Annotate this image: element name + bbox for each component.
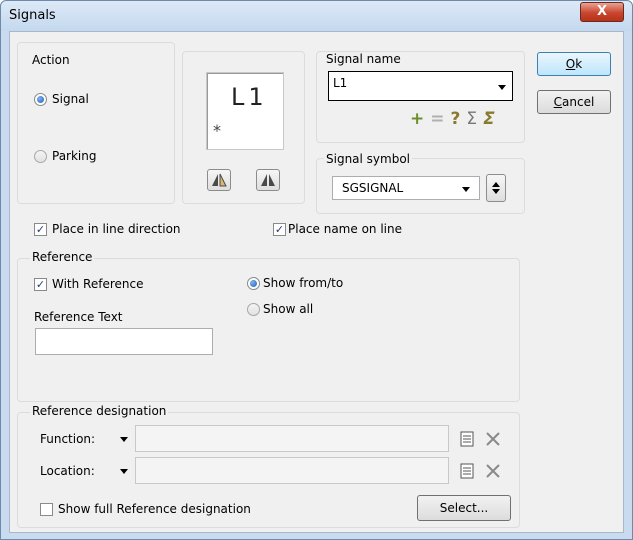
clear-icon[interactable]: [485, 463, 501, 479]
signal-name-value: L1: [333, 76, 348, 90]
cancel-button-mnemonic: C: [553, 95, 563, 109]
sigma-icon[interactable]: Σ: [466, 109, 477, 129]
title-bar: Signals X: [1, 1, 632, 31]
symbol-preview: L1 *: [206, 72, 284, 150]
place-in-line-direction-label: Place in line direction: [52, 222, 181, 236]
sigma-check-icon[interactable]: Σ: [483, 109, 495, 129]
location-input[interactable]: [135, 457, 449, 484]
signal-symbol-value: SGSIGNAL: [342, 181, 404, 195]
signal-name-label: Signal name: [324, 52, 403, 66]
cancel-button[interactable]: Cancel: [537, 90, 611, 114]
clear-icon[interactable]: [485, 431, 501, 447]
radio-show-all-label: Show all: [263, 302, 314, 316]
radio-signal-indicator: [34, 92, 47, 106]
chevron-down-icon: [462, 187, 470, 192]
remove-icon[interactable]: =: [430, 109, 444, 129]
with-reference-label: With Reference: [52, 277, 144, 291]
document-icon[interactable]: [460, 431, 474, 447]
document-icon[interactable]: [460, 463, 474, 479]
preview-text: L1: [231, 83, 268, 111]
radio-show-all-indicator: [247, 302, 260, 316]
radio-show-from-to[interactable]: Show from/to: [247, 276, 343, 290]
chevron-down-icon: [498, 85, 506, 90]
radio-parking-indicator: [34, 149, 47, 163]
signal-symbol-combo[interactable]: SGSIGNAL: [332, 176, 480, 200]
location-dropdown-icon[interactable]: [120, 469, 128, 474]
preview-marker-icon: *: [213, 121, 221, 140]
mirror-vertical-icon: [261, 174, 275, 186]
check-icon: ✓: [34, 277, 47, 291]
signal-name-tools: + = ? Σ Σ: [410, 109, 495, 129]
radio-signal-label: Signal: [52, 92, 89, 106]
ok-button-label: k: [575, 57, 583, 71]
reference-group-label: Reference: [30, 250, 95, 264]
radio-signal[interactable]: Signal: [34, 92, 89, 106]
radio-parking-label: Parking: [52, 149, 97, 163]
select-button[interactable]: Select...: [417, 495, 511, 521]
show-full-designation-label: Show full Reference designation: [58, 502, 251, 516]
with-reference-checkbox[interactable]: ✓ With Reference: [34, 277, 144, 291]
place-in-line-direction-checkbox[interactable]: ✓ Place in line direction: [34, 222, 181, 236]
mirror-vertical-button[interactable]: [256, 169, 280, 191]
signal-name-combo[interactable]: L1: [328, 71, 513, 101]
reference-text-label: Reference Text: [34, 310, 123, 324]
dialog-body: Action Signal Parking L1 * Signal name L…: [9, 31, 624, 533]
signals-dialog: Signals X Action Signal Parking L1 * Sig…: [0, 0, 633, 540]
action-group-label: Action: [30, 53, 72, 67]
check-icon: ✓: [34, 222, 47, 236]
help-icon[interactable]: ?: [451, 109, 461, 129]
radio-parking[interactable]: Parking: [34, 149, 97, 163]
ok-button[interactable]: Ok: [537, 52, 611, 76]
radio-show-from-to-label: Show from/to: [263, 276, 344, 290]
signal-symbol-label: Signal symbol: [324, 152, 413, 166]
reference-designation-label: Reference designation: [30, 404, 169, 418]
place-name-on-line-checkbox[interactable]: ✓ Place name on line: [273, 222, 402, 236]
function-label: Function:: [40, 432, 96, 446]
radio-show-all[interactable]: Show all: [247, 302, 313, 316]
reference-text-input[interactable]: [35, 328, 213, 355]
mirror-horizontal-button[interactable]: [207, 169, 231, 191]
checkbox-empty: [40, 502, 53, 516]
spinner-down-icon[interactable]: [492, 189, 500, 194]
function-input[interactable]: [135, 425, 449, 452]
cancel-button-label: ancel: [562, 95, 595, 109]
spinner-up-icon[interactable]: [492, 182, 500, 187]
radio-show-from-to-indicator: [247, 276, 260, 290]
location-label: Location:: [40, 464, 95, 478]
place-name-on-line-label: Place name on line: [288, 222, 402, 236]
add-icon[interactable]: +: [410, 109, 424, 129]
check-icon: ✓: [273, 222, 286, 236]
function-dropdown-icon[interactable]: [120, 437, 128, 442]
close-button[interactable]: X: [580, 2, 624, 22]
mirror-horizontal-icon: [212, 173, 227, 187]
ok-button-mnemonic: O: [565, 57, 576, 71]
window-title: Signals: [9, 8, 56, 23]
symbol-spinner[interactable]: [486, 174, 506, 202]
show-full-designation-checkbox[interactable]: Show full Reference designation: [40, 502, 251, 516]
